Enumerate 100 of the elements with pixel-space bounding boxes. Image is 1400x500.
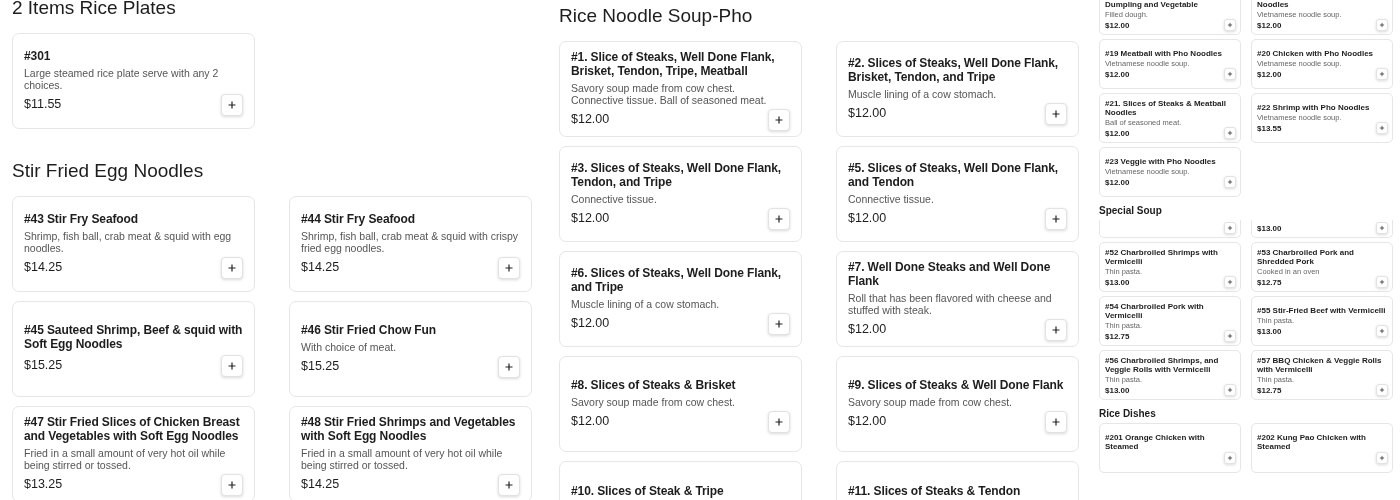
add-button[interactable] [768, 207, 790, 230]
add-button[interactable] [1376, 452, 1388, 464]
item-price: $12.00 [571, 413, 610, 430]
add-button[interactable] [498, 355, 520, 378]
menu-item-card[interactable]: #202 Kung Pao Chicken with Steamed [1251, 423, 1393, 473]
menu-item-card[interactable]: #2. Slices of Steaks, Well Done Flank, Brisket, Tendon, and Tripe Muscle lining of a cow stomach. $12.00 [836, 41, 1079, 137]
item-name: #20 Chicken with Pho Noodles [1257, 49, 1375, 58]
plus-icon [1379, 22, 1385, 28]
add-button[interactable] [1224, 19, 1236, 31]
menu-item-card[interactable]: #44 Stir Fry Seafood Shrimp, fish ball, crab meat & squid with crispy fried egg noodles. $14.25 [289, 196, 532, 292]
item-name: #45 Sauteed Shrimp, Beef & squid with Soft Egg Noodles [24, 323, 243, 351]
item-price: $12.00 [1105, 21, 1130, 31]
add-button[interactable] [1224, 222, 1236, 234]
item-name: Noodles [1257, 0, 1290, 9]
menu-item-card[interactable]: #7. Well Done Steaks and Well Done Flank Roll that has been flavored with cheese and stuffed with steak. $12.00 [836, 251, 1079, 347]
item-price: $13.00 [1105, 277, 1130, 288]
item-name: #19 Meatball with Pho Noodles [1105, 49, 1223, 58]
item-price: $13.25 [24, 476, 63, 493]
add-button[interactable] [1376, 325, 1388, 337]
plus-icon [504, 262, 514, 273]
menu-item-card[interactable]: #45 Sauteed Shrimp, Beef & squid with Soft Egg Noodles $15.25 [12, 301, 255, 397]
item-name: #301 [24, 48, 52, 63]
item-price: $12.75 [1257, 277, 1282, 288]
item-description: Fried in a small amount of very hot oil while being stirred or tossed. [301, 446, 504, 471]
menu-item-card[interactable]: #9. Slices of Steaks & Well Done Flank Savory soup made from cow chest. $12.00 [836, 356, 1079, 452]
add-button[interactable] [1376, 122, 1388, 134]
item-name: #1. Slice of Steaks, Well Done Flank, Brisket, Tendon, Tripe, Meatball [571, 49, 776, 78]
menu-item-card[interactable]: #8. Slices of Steaks & Brisket Savory soup made from cow chest. $12.00 [559, 356, 802, 452]
item-price: $14.25 [24, 259, 63, 276]
item-price: $11.55 [24, 96, 62, 113]
add-button[interactable] [768, 108, 790, 131]
plus-icon [227, 99, 237, 110]
add-button[interactable] [1224, 452, 1236, 464]
add-button[interactable] [1376, 275, 1388, 288]
item-name: #202 Kung Pao Chicken with Steamed [1257, 433, 1367, 451]
plus-icon [1227, 225, 1233, 231]
menu-item-card[interactable]: #10. Slices of Steak & Tripe [559, 461, 802, 500]
add-button[interactable] [221, 93, 243, 116]
add-button[interactable] [768, 312, 790, 335]
item-price: $13.00 [1257, 224, 1282, 234]
item-name: #22 Shrimp with Pho Noodles [1257, 103, 1371, 112]
add-button[interactable] [1045, 410, 1067, 433]
item-name: #43 Stir Fry Seafood [24, 211, 140, 226]
item-price: $14.25 [301, 476, 340, 493]
item-price: $12.75 [1257, 385, 1282, 396]
menu-item-card[interactable]: #3. Slices of Steaks, Well Done Flank, Tendon, and Tripe Connective tissue. $12.00 [559, 146, 802, 242]
plus-icon [774, 416, 784, 427]
add-button[interactable] [1376, 19, 1388, 31]
menu-item-card[interactable]: #5. Slices of Steaks, Well Done Flank, and Tendon Connective tissue. $12.00 [836, 146, 1079, 242]
item-description: With choice of meat. [301, 340, 398, 353]
add-button[interactable] [1224, 176, 1236, 188]
add-button[interactable] [498, 473, 520, 496]
menu-item-card[interactable]: #301 Large steamed rice plate serve with any 2 choices. $11.55 [12, 33, 255, 129]
item-price: $13.00 [1105, 385, 1130, 396]
plus-icon [504, 361, 514, 372]
menu-item-card[interactable]: #48 Stir Fried Shrimps and Vegetables with Soft Egg Noodles Fried in a small amount of very hot oil while being stirred or tossed. $14.25 [289, 406, 532, 500]
add-button[interactable] [1376, 68, 1388, 80]
add-button[interactable] [768, 410, 790, 433]
add-button[interactable] [221, 355, 243, 377]
plus-icon [1051, 416, 1061, 427]
menu-item-card[interactable]: #1. Slice of Steaks, Well Done Flank, Brisket, Tendon, Tripe, Meatball Savory soup made from cow chest. Connective tissue. Ball of seasoned meat. $12.00 [559, 41, 802, 137]
plus-icon [1379, 125, 1385, 131]
add-button[interactable] [1224, 383, 1236, 396]
item-name: #21. Slices of Steaks & Meatball Noodles [1105, 98, 1227, 117]
menu-item-card[interactable]: #47 Stir Fried Slices of Chicken Breast and Vegetables with Soft Egg Noodles Fried in a small amount of very hot oil while being stirred or tossed. $13.25 [12, 406, 255, 500]
section-heading: 2 Items Rice Plates [12, 0, 177, 20]
add-button[interactable] [1376, 383, 1388, 396]
plus-icon [1051, 108, 1061, 119]
item-price: $12.00 [1257, 21, 1282, 31]
plus-icon [1227, 455, 1233, 461]
item-price: $15.25 [301, 358, 340, 375]
add-button[interactable] [1224, 68, 1236, 80]
item-description: Shrimp, fish ball, crab meat & squid with egg noodles. [24, 229, 233, 254]
plus-icon [1227, 129, 1233, 136]
menu-item-card[interactable]: #201 Orange Chicken with Steamed [1099, 423, 1241, 473]
add-button[interactable] [221, 256, 243, 279]
item-price: $12.00 [848, 321, 887, 338]
add-button[interactable] [1045, 102, 1067, 125]
menu-item-card[interactable]: #6. Slices of Steaks, Well Done Flank, and Tripe Muscle lining of a cow stomach. $12.00 [559, 251, 802, 347]
add-button[interactable] [1224, 126, 1236, 139]
add-button[interactable] [221, 473, 243, 496]
plus-icon [1227, 179, 1233, 185]
menu-item-card[interactable]: #43 Stir Fry Seafood Shrimp, fish ball, crab meat & squid with egg noodles. $14.25 [12, 196, 255, 292]
add-button[interactable] [1376, 222, 1388, 234]
menu-item-card[interactable]: #46 Stir Fried Chow Fun With choice of meat. $15.25 [289, 301, 532, 397]
add-button[interactable] [1045, 318, 1067, 341]
plus-icon [1379, 278, 1385, 285]
section-heading: Stir Fried Egg Noodles [12, 159, 205, 183]
item-price: $12.00 [571, 315, 610, 332]
add-button[interactable] [498, 256, 520, 279]
plus-icon [774, 213, 784, 224]
add-button[interactable] [1045, 207, 1067, 230]
menu-item-card[interactable]: #11. Slices of Steaks & Tendon [836, 461, 1079, 500]
item-description: Savory soup made from cow chest. [848, 395, 1013, 408]
add-button[interactable] [1224, 329, 1236, 342]
item-description: Connective tissue. [848, 192, 935, 205]
menu-item-card[interactable]: $13.00 [1251, 220, 1393, 238]
plus-icon [227, 361, 237, 371]
add-button[interactable] [1224, 275, 1236, 288]
item-name: Dumpling and Vegetable [1105, 0, 1199, 9]
